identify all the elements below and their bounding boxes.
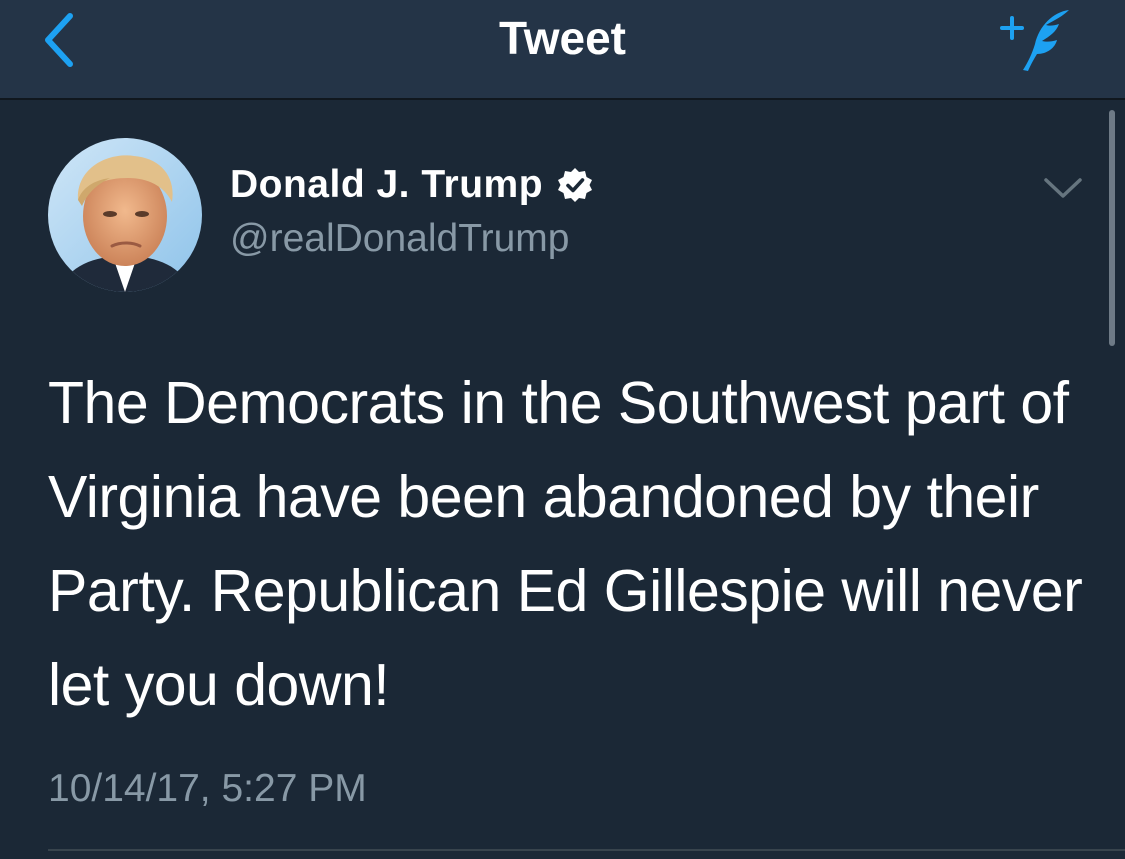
tweet-text: The Democrats in the Southwest part of V… [48, 370, 1083, 718]
author-handle[interactable]: @realDonaldTrump [230, 214, 569, 264]
compose-tweet-button[interactable] [995, 4, 1085, 76]
verified-badge-icon [558, 168, 593, 202]
scrollbar[interactable] [1109, 110, 1115, 346]
tweet-menu-button[interactable] [1040, 170, 1086, 206]
page-title: Tweet [499, 12, 626, 64]
author-name-row[interactable]: Donald J. Trump [230, 160, 593, 210]
chevron-down-icon [1044, 178, 1082, 198]
divider [48, 849, 1125, 851]
profile-photo [48, 138, 202, 292]
navigation-bar: Tweet [0, 0, 1125, 100]
author-display-name: Donald J. Trump [230, 163, 544, 206]
compose-feather-icon [1000, 10, 1069, 71]
avatar[interactable] [48, 138, 202, 292]
tweet-timestamp: 10/14/17, 5:27 PM [48, 767, 367, 810]
